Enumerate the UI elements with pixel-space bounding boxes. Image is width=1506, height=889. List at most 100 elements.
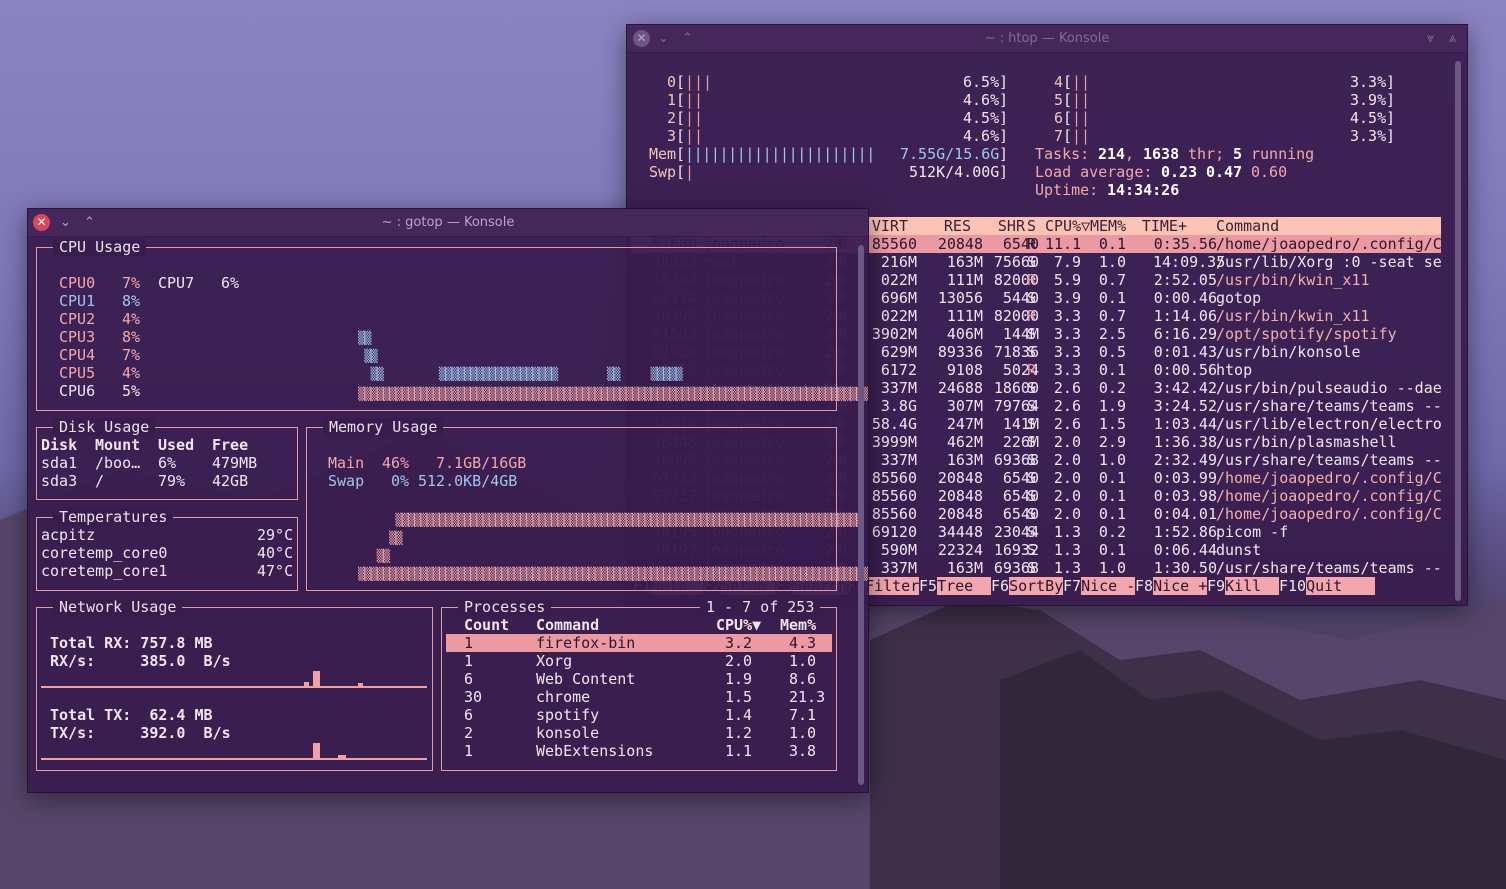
process-cell[interactable]: 1.9 [1090,397,1126,415]
process-cell[interactable]: 0:01.43 [1153,343,1217,361]
process-cell[interactable]: 3.8 [789,742,816,760]
process-cell[interactable]: 1:52.86 [1153,523,1217,541]
scrollbar[interactable] [858,245,864,785]
htop-titlebar[interactable]: ✕ ⌄ ⌃ ~ : htop — Konsole ⩔ ⩓ [627,25,1467,53]
scrollbar[interactable] [1455,61,1461,601]
process-cell[interactable]: /home/joaopedro/.config/C [1216,235,1442,253]
process-cell[interactable]: /usr/share/teams/teams -- [1216,451,1442,469]
function-key-number[interactable]: F7 [1063,577,1081,595]
process-cell[interactable]: 3.3 [1045,343,1081,361]
process-cell[interactable]: 2.6 [1045,379,1081,397]
process-cell[interactable]: S [1027,253,1036,271]
process-cell[interactable]: 1.2 [725,724,752,742]
process-cell[interactable]: 0.1 [1090,487,1126,505]
process-cell[interactable]: 7.9 [1045,253,1081,271]
function-key-label[interactable]: Quit [1306,577,1376,595]
process-cell[interactable]: S [1027,541,1036,559]
process-cell[interactable]: 2:32.49 [1153,451,1217,469]
process-cell[interactable]: 2.0 [1045,433,1081,451]
process-cell[interactable]: 1 [464,652,473,670]
process-cell[interactable]: /opt/spotify/spotify [1216,325,1397,343]
process-cell[interactable]: 21.3 [789,688,825,706]
process-cell[interactable]: 3:42.42 [1153,379,1217,397]
gotop-titlebar[interactable]: ✕ ⌄ ⌃ ~ : gotop — Konsole [28,209,868,237]
process-cell[interactable]: /home/joaopedro/.config/C [1216,505,1442,523]
process-cell[interactable]: 0:06.44 [1153,541,1217,559]
process-cell[interactable]: 2.0 [1045,505,1081,523]
process-cell[interactable]: 2.5 [1090,325,1126,343]
process-cell[interactable]: 0.1 [1090,541,1126,559]
process-cell[interactable]: 1:14.06 [1153,307,1217,325]
process-cell[interactable]: 0:00.46 [1153,289,1217,307]
process-header[interactable]: Count [464,616,509,634]
process-cell[interactable]: S [1027,415,1036,433]
process-header[interactable]: Command [536,616,599,634]
function-key-number[interactable]: F5 [919,577,937,595]
process-cell[interactable]: 1.0 [789,652,816,670]
process-cell[interactable]: 0:03.98 [1153,487,1217,505]
column-header-9[interactable]: MEM% [1090,217,1126,235]
function-key-f6[interactable]: F6SortBy [991,577,1064,595]
process-cell[interactable]: 2.0 [1045,469,1081,487]
process-cell[interactable]: 1.3 [1045,541,1081,559]
process-cell[interactable]: S [1027,397,1036,415]
process-cell[interactable]: S [1027,325,1036,343]
process-cell[interactable]: S [1027,451,1036,469]
process-cell[interactable]: 5.9 [1045,271,1081,289]
function-key-label[interactable]: Kill [1225,577,1280,595]
function-key-f8[interactable]: F8Nice + [1135,577,1208,595]
process-cell[interactable]: 6 [464,706,473,724]
process-cell[interactable]: R [1027,271,1036,289]
process-cell[interactable]: 1.4 [725,706,752,724]
process-cell[interactable]: S [1027,379,1036,397]
process-cell[interactable]: /usr/bin/konsole [1216,343,1361,361]
process-cell[interactable]: 14:09.35 [1153,253,1225,271]
process-cell[interactable]: /usr/share/teams/teams -- [1216,559,1442,577]
process-cell[interactable]: 0:00.56 [1153,361,1217,379]
process-header[interactable]: Mem% [780,616,816,634]
process-cell[interactable]: 3.3 [1045,325,1081,343]
process-cell[interactable]: 1.0 [789,724,816,742]
function-key-number[interactable]: F6 [991,577,1009,595]
process-cell[interactable]: 4.3 [789,634,816,652]
process-cell[interactable]: 1.5 [1090,415,1126,433]
process-cell[interactable]: 7.1 [789,706,816,724]
process-cell[interactable]: 1.5 [725,688,752,706]
process-cell[interactable]: 3.9 [1045,289,1081,307]
process-cell[interactable]: R [1027,235,1036,253]
process-cell[interactable]: 2:52.05 [1153,271,1217,289]
process-cell[interactable]: 2.0 [725,652,752,670]
process-cell[interactable]: 0:03.99 [1153,469,1217,487]
function-key-label[interactable]: Nice - [1081,577,1136,595]
function-key-label[interactable]: SortBy [1009,577,1064,595]
selected-row-highlight[interactable] [446,634,832,652]
process-cell[interactable]: 0:04.01 [1153,505,1217,523]
column-header-7[interactable]: S [1027,217,1036,235]
process-cell[interactable]: 2 [464,724,473,742]
function-key-number[interactable]: F10 [1279,577,1306,595]
process-cell[interactable]: 0.1 [1090,361,1126,379]
process-cell[interactable]: 11.1 [1045,235,1081,253]
process-cell[interactable]: 1.3 [1045,523,1081,541]
process-cell[interactable]: 0:35.56 [1153,235,1217,253]
process-cell[interactable]: 1.3 [1045,559,1081,577]
column-header-8[interactable]: CPU%▽ [1045,217,1090,235]
process-cell[interactable]: 0.2 [1090,523,1126,541]
process-cell[interactable]: 1:03.44 [1153,415,1217,433]
process-cell[interactable]: /usr/bin/kwin_x11 [1216,271,1370,289]
process-cell[interactable]: 1.0 [1090,451,1126,469]
process-cell[interactable]: 0.7 [1090,307,1126,325]
process-cell[interactable]: 2.0 [1045,451,1081,469]
process-cell[interactable]: 0.1 [1090,505,1126,523]
function-key-f9[interactable]: F9Kill [1207,577,1280,595]
process-cell[interactable]: 0.5 [1090,343,1126,361]
process-cell[interactable]: S [1027,469,1036,487]
process-cell[interactable]: 6:16.29 [1153,325,1217,343]
process-cell[interactable]: WebExtensions [536,742,653,760]
keep-above-icon[interactable]: ⩓ [1444,30,1461,47]
process-cell[interactable]: htop [1216,361,1252,379]
process-cell[interactable]: 1.0 [1090,559,1126,577]
process-cell[interactable]: Xorg [536,652,572,670]
process-cell[interactable]: konsole [536,724,599,742]
process-cell[interactable]: 3.2 [725,634,752,652]
